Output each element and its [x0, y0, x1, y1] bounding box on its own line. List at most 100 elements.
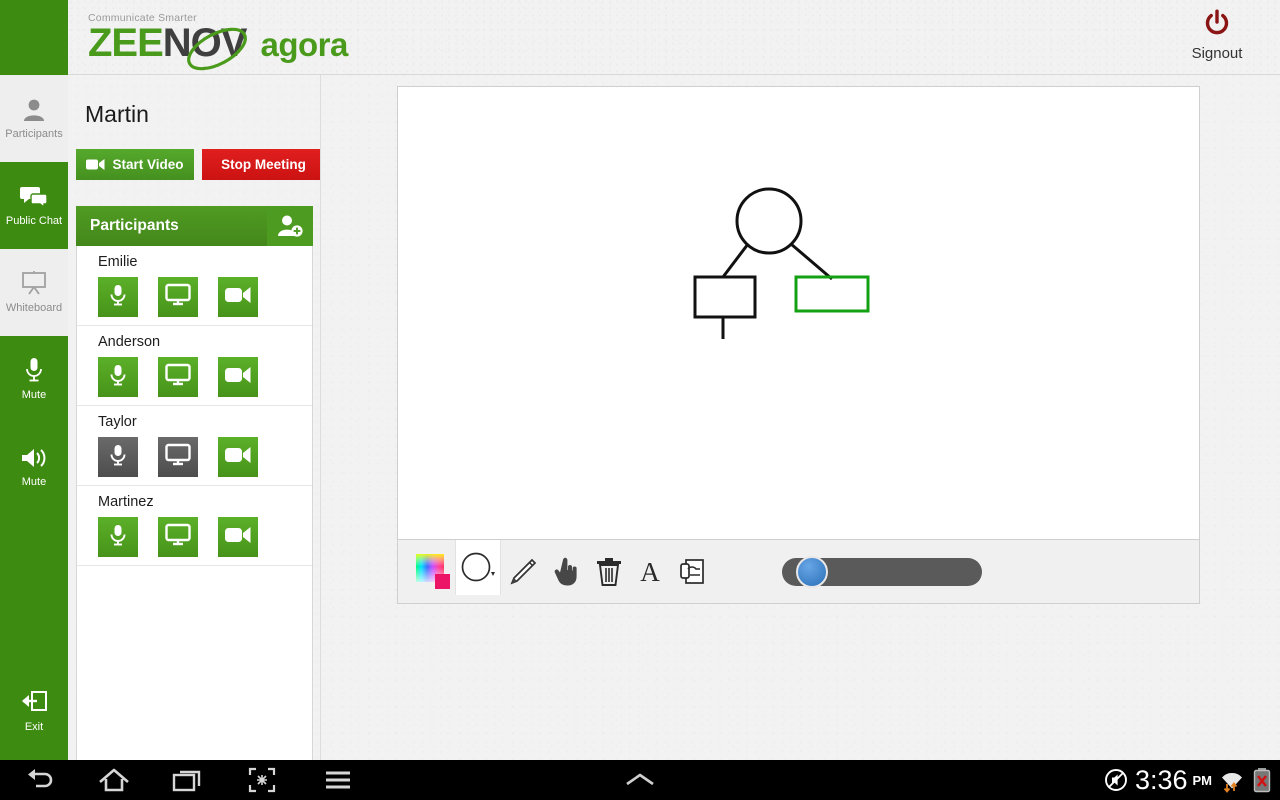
- participant-video-toggle[interactable]: [218, 437, 258, 477]
- video-camera-icon: [224, 365, 252, 390]
- home-icon: [99, 768, 129, 792]
- rail-item-participants[interactable]: Participants: [0, 75, 68, 162]
- rail-item-public-chat[interactable]: Public Chat: [0, 162, 68, 249]
- back-arrow-icon: [28, 769, 53, 788]
- recent-apps-button[interactable]: [151, 760, 225, 800]
- recent-apps-icon: [172, 770, 201, 792]
- monitor-icon: [165, 283, 191, 312]
- participant-controls: [98, 357, 312, 397]
- rail-item-mute-mic[interactable]: Mute: [0, 336, 68, 423]
- participant-row: Martinez: [77, 486, 312, 566]
- color-picker-icon: [416, 554, 450, 589]
- signout-button[interactable]: Signout: [1172, 8, 1262, 62]
- header-green-block: [0, 0, 68, 75]
- logo-text-zee: ZEE: [88, 21, 164, 65]
- drawn-rectangle[interactable]: [794, 275, 870, 313]
- whiteboard-canvas-container[interactable]: [397, 86, 1200, 540]
- stop-meeting-button[interactable]: Stop Meeting: [202, 149, 325, 180]
- microphone-icon: [23, 357, 45, 383]
- rail-item-whiteboard[interactable]: Whiteboard: [0, 249, 68, 336]
- start-video-button[interactable]: Start Video: [76, 149, 194, 180]
- menu-button[interactable]: [301, 760, 375, 800]
- text-a-icon: A: [640, 556, 660, 587]
- power-icon: [1205, 9, 1229, 35]
- microphone-icon: [107, 443, 129, 472]
- left-nav-rail: Participants Public Chat Whiteboard Mute…: [0, 75, 68, 760]
- participant-video-toggle[interactable]: [218, 357, 258, 397]
- participant-controls: [98, 437, 312, 477]
- color-picker-button[interactable]: [411, 540, 457, 604]
- app-root: Communicate Smarter ZEE NOV agora Signou…: [0, 0, 1280, 800]
- participant-name: Anderson: [98, 334, 161, 350]
- participant-screen-toggle[interactable]: [158, 277, 198, 317]
- delete-tool-button[interactable]: [587, 550, 631, 594]
- thickness-slider[interactable]: [782, 556, 982, 588]
- chevron-down-icon: [491, 571, 495, 576]
- rail-label-mute-speaker: Mute: [21, 476, 47, 489]
- logo-wordmark: ZEE NOV agora: [88, 21, 348, 71]
- participant-row: Emilie: [77, 246, 312, 326]
- participant-screen-toggle[interactable]: [158, 357, 198, 397]
- logo-text-nov: NOV: [162, 21, 248, 65]
- stop-meeting-label: Stop Meeting: [221, 157, 306, 172]
- logo-text-agora: agora: [260, 26, 348, 63]
- start-video-label: Start Video: [112, 157, 184, 172]
- slider-thumb[interactable]: [795, 556, 828, 588]
- hand-tool-button[interactable]: [544, 550, 588, 594]
- participant-mic-toggle[interactable]: [98, 437, 138, 477]
- participant-name: Emilie: [98, 254, 138, 270]
- hand-pointer-icon: [554, 557, 577, 586]
- chat-bubbles-icon: [20, 183, 48, 209]
- rail-label-participants: Participants: [5, 128, 63, 141]
- pencil-tool-button[interactable]: [501, 550, 545, 594]
- expand-button[interactable]: [603, 760, 677, 800]
- text-tool-button[interactable]: A: [628, 550, 672, 594]
- rail-label-whiteboard: Whiteboard: [5, 302, 63, 315]
- speaker-icon: [19, 444, 49, 470]
- participant-video-toggle[interactable]: [218, 517, 258, 557]
- microphone-icon: [107, 523, 129, 552]
- whiteboard-toolbar: A: [397, 540, 1200, 604]
- android-navigation-bar: 3:36 PM: [0, 760, 1280, 800]
- rail-item-exit[interactable]: Exit: [0, 680, 68, 742]
- video-camera-icon: [224, 525, 252, 550]
- participant-row: Anderson: [77, 326, 312, 406]
- participants-header: Participants: [76, 206, 313, 246]
- person-icon: [21, 96, 47, 122]
- brand-logo: Communicate Smarter ZEE NOV agora: [88, 12, 348, 71]
- rail-item-mute-speaker[interactable]: Mute: [0, 423, 68, 510]
- add-participant-button[interactable]: [267, 206, 313, 246]
- screenshot-button[interactable]: [225, 760, 299, 800]
- meeting-controls: Start Video Stop Meeting: [76, 149, 325, 180]
- participants-list[interactable]: Emilie Anderson Taylor Martinez: [76, 246, 313, 800]
- whiteboard-drawing[interactable]: [398, 87, 1201, 541]
- participant-mic-toggle[interactable]: [98, 357, 138, 397]
- participant-screen-toggle[interactable]: [158, 517, 198, 557]
- drawn-line[interactable]: [721, 243, 750, 278]
- back-button[interactable]: [3, 760, 77, 800]
- participant-name: Martinez: [98, 494, 154, 510]
- rail-label-mute-mic: Mute: [21, 389, 47, 402]
- drawn-rectangle[interactable]: [693, 275, 757, 319]
- monitor-icon: [165, 443, 191, 472]
- participant-mic-toggle[interactable]: [98, 277, 138, 317]
- pencil-icon: [510, 558, 537, 585]
- participant-mic-toggle[interactable]: [98, 517, 138, 557]
- participant-row: Taylor: [77, 406, 312, 486]
- clock-ampm: PM: [1192, 772, 1213, 788]
- copy-tool-button[interactable]: [670, 550, 714, 594]
- chevron-up-icon: [626, 773, 654, 786]
- microphone-icon: [107, 283, 129, 312]
- participant-video-toggle[interactable]: [218, 277, 258, 317]
- home-button[interactable]: [77, 760, 151, 800]
- wifi-icon: [1222, 772, 1242, 793]
- drawn-line[interactable]: [790, 242, 833, 281]
- hamburger-menu-icon: [326, 771, 350, 789]
- monitor-icon: [165, 363, 191, 392]
- participant-screen-toggle[interactable]: [158, 437, 198, 477]
- microphone-icon: [107, 363, 129, 392]
- shape-tool-button[interactable]: [455, 540, 501, 595]
- screenshot-icon: [248, 767, 276, 793]
- whiteboard-easel-icon: [20, 270, 48, 296]
- rail-label-exit: Exit: [24, 721, 44, 733]
